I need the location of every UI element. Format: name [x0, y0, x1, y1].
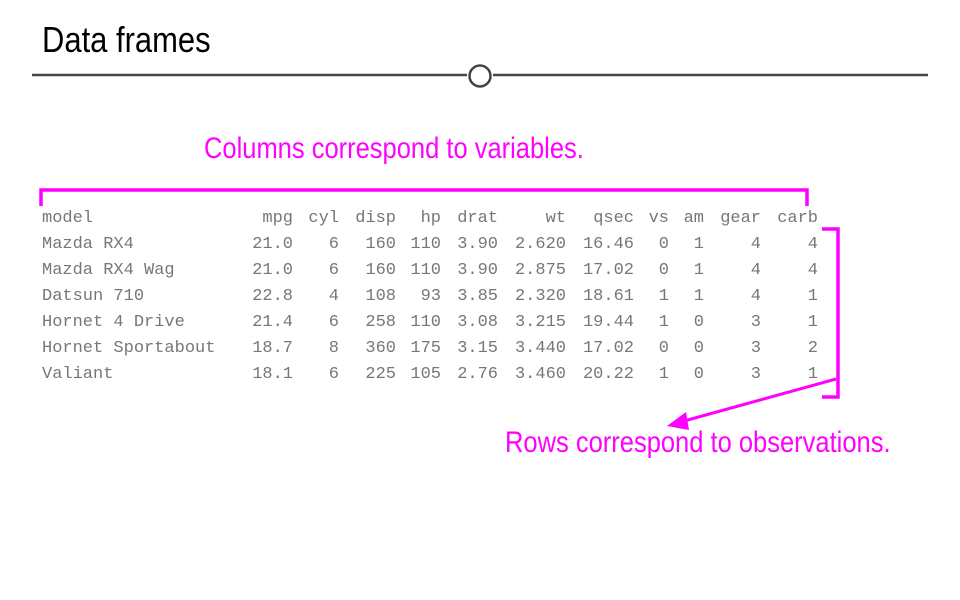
- column-header-cyl: cyl: [308, 209, 339, 228]
- table-row: Mazda RX4 Wag 21.0 6 160 110 3.90 2.875 17.02 0 1…: [42, 258, 818, 284]
- table-cell-wt: 3.215: [514, 313, 566, 332]
- table-row: Hornet 4 Drive 21.4 6 258 110 3.08 3.215 19.44 1…: [42, 310, 818, 336]
- table-cell-am: 0: [693, 365, 704, 384]
- table-cell-carb: 1: [807, 287, 818, 306]
- table-cell-disp: 160: [365, 235, 396, 254]
- table-cell-wt: 2.620: [514, 235, 566, 254]
- table-cell-qsec: 17.02: [582, 339, 634, 358]
- table-cell-vs: 1: [658, 313, 669, 332]
- table-row: Hornet Sportabout 18.7 8 360 175 3.15 3.440 17.…: [42, 336, 818, 362]
- column-header-disp: disp: [355, 209, 396, 228]
- row-model-name: Mazda RX4 Wag: [42, 261, 175, 280]
- table-cell-wt: 3.440: [514, 339, 566, 358]
- column-header-qsec: qsec: [593, 209, 634, 228]
- table-cell-vs: 0: [658, 261, 669, 280]
- table-cell-disp: 360: [365, 339, 396, 358]
- table-cell-cyl: 4: [328, 287, 339, 306]
- table-cell-cyl: 6: [328, 313, 339, 332]
- table-cell-cyl: 6: [328, 235, 339, 254]
- table-body: Mazda RX4 21.0 6 160 110 3.90 2.620 16.46 0 1 4 4 Ma…: [42, 232, 818, 388]
- table-cell-gear: 4: [750, 261, 761, 280]
- table-cell-disp: 225: [365, 365, 396, 384]
- divider-circle-icon: [468, 64, 492, 88]
- column-header-vs: vs: [648, 209, 669, 228]
- table-cell-wt: 3.460: [514, 365, 566, 384]
- table-cell-hp: 110: [410, 313, 441, 332]
- columns-bracket: [39, 188, 809, 206]
- table-row: Valiant 18.1 6 225 105 2.76 3.460 20.22 1 0 3 1: [42, 362, 818, 388]
- table-cell-mpg: 18.7: [252, 339, 293, 358]
- table-cell-am: 1: [693, 235, 704, 254]
- column-header-am: am: [683, 209, 704, 228]
- table-cell-mpg: 21.0: [252, 235, 293, 254]
- table-row: Datsun 710 22.8 4 108 93 3.85 2.320 18.61 1 1 4 1: [42, 284, 818, 310]
- table-cell-gear: 4: [750, 287, 761, 306]
- table-cell-carb: 2: [807, 339, 818, 358]
- table-cell-hp: 110: [410, 235, 441, 254]
- table-cell-mpg: 22.8: [252, 287, 293, 306]
- table-cell-qsec: 20.22: [582, 365, 634, 384]
- table-cell-carb: 4: [807, 261, 818, 280]
- table-cell-drat: 2.76: [457, 365, 498, 384]
- table-cell-disp: 108: [365, 287, 396, 306]
- table-cell-gear: 3: [750, 313, 761, 332]
- column-header-carb: carb: [777, 209, 818, 228]
- table-cell-carb: 4: [807, 235, 818, 254]
- table-cell-cyl: 6: [328, 365, 339, 384]
- title-divider: [32, 64, 928, 88]
- table-cell-gear: 4: [750, 235, 761, 254]
- table-cell-drat: 3.90: [457, 261, 498, 280]
- table-cell-cyl: 8: [328, 339, 339, 358]
- table-cell-am: 0: [693, 313, 704, 332]
- column-header-model: model: [42, 209, 94, 228]
- table-cell-qsec: 17.02: [582, 261, 634, 280]
- table-cell-vs: 1: [658, 365, 669, 384]
- table-cell-wt: 2.875: [514, 261, 566, 280]
- table-cell-vs: 0: [658, 339, 669, 358]
- table-cell-cyl: 6: [328, 261, 339, 280]
- row-model-name: Mazda RX4: [42, 235, 134, 254]
- table-cell-carb: 1: [807, 313, 818, 332]
- column-header-wt: wt: [545, 209, 566, 228]
- table-cell-qsec: 16.46: [582, 235, 634, 254]
- table-cell-carb: 1: [807, 365, 818, 384]
- table-cell-gear: 3: [750, 339, 761, 358]
- table-cell-vs: 0: [658, 235, 669, 254]
- table-cell-qsec: 19.44: [582, 313, 634, 332]
- table-cell-hp: 105: [410, 365, 441, 384]
- table-cell-hp: 175: [410, 339, 441, 358]
- table-cell-drat: 3.15: [457, 339, 498, 358]
- columns-annotation: Columns correspond to variables.: [204, 132, 584, 165]
- table-cell-wt: 2.320: [514, 287, 566, 306]
- table-cell-gear: 3: [750, 365, 761, 384]
- table-row: Mazda RX4 21.0 6 160 110 3.90 2.620 16.46 0 1 4 4: [42, 232, 818, 258]
- table-cell-mpg: 21.4: [252, 313, 293, 332]
- row-model-name: Datsun 710: [42, 287, 145, 306]
- table-cell-qsec: 18.61: [582, 287, 634, 306]
- row-model-name: Valiant: [42, 365, 114, 384]
- table-cell-hp: 110: [410, 261, 441, 280]
- column-header-gear: gear: [720, 209, 761, 228]
- rows-bracket: [822, 227, 840, 399]
- rows-annotation: Rows correspond to observations.: [505, 426, 891, 459]
- column-header-mpg: mpg: [262, 209, 293, 228]
- row-model-name: Hornet 4 Drive: [42, 313, 185, 332]
- column-header-drat: drat: [457, 209, 498, 228]
- table-cell-drat: 3.08: [457, 313, 498, 332]
- table-cell-mpg: 18.1: [252, 365, 293, 384]
- table-cell-disp: 258: [365, 313, 396, 332]
- table-cell-vs: 1: [658, 287, 669, 306]
- table-cell-am: 1: [693, 287, 704, 306]
- row-model-name: Hornet Sportabout: [42, 339, 216, 358]
- table-cell-mpg: 21.0: [252, 261, 293, 280]
- table-header-row: model mpg cyl disp hp drat wt qsec vs am…: [42, 206, 818, 232]
- table-cell-drat: 3.85: [457, 287, 498, 306]
- table-cell-disp: 160: [365, 261, 396, 280]
- table-cell-drat: 3.90: [457, 235, 498, 254]
- data-frame-table: model mpg cyl disp hp drat wt qsec vs am…: [42, 206, 818, 388]
- table-cell-hp: 93: [420, 287, 441, 306]
- table-cell-am: 0: [693, 339, 704, 358]
- column-header-hp: hp: [420, 209, 441, 228]
- table-cell-am: 1: [693, 261, 704, 280]
